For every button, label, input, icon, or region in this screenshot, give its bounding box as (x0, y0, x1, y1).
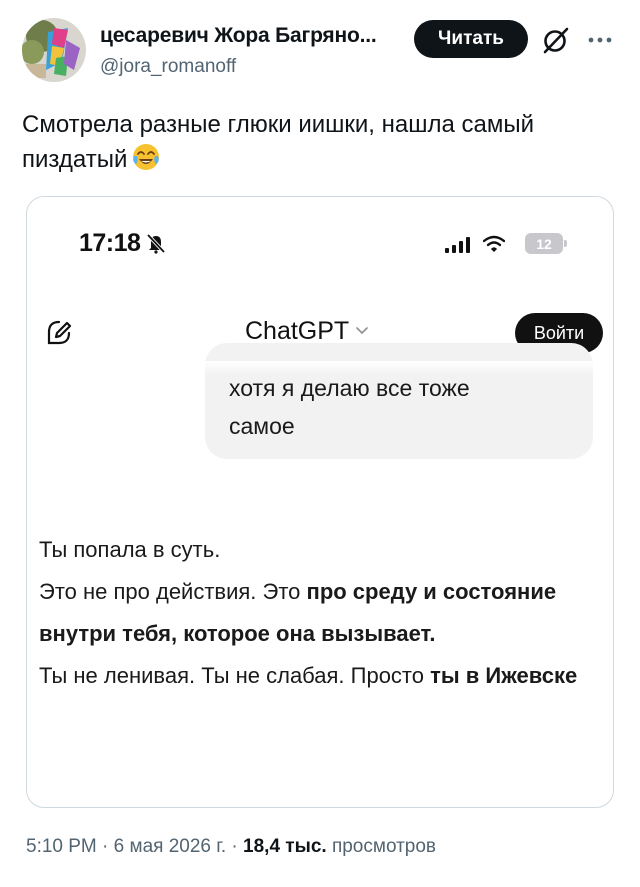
tweet-header: цесаревич Жора Багряно... @jora_romanoff… (22, 18, 620, 82)
tweet-body: Смотрела разные глюки иишки, нашла самый… (22, 111, 535, 173)
author-name[interactable]: цесаревич Жора Багряно... (100, 24, 377, 48)
battery-cap (564, 240, 567, 247)
views-count: 18,4 тыс. (243, 836, 327, 857)
assistant-bold-text: ты в Ижевске (430, 663, 578, 688)
bell-off-icon (146, 233, 166, 254)
assistant-text: Ты не ленивая. Ты не слабая. Просто (39, 663, 431, 688)
separator: · (102, 836, 109, 857)
face-with-tears-of-joy-icon (133, 144, 160, 170)
battery-level: 12 (525, 233, 563, 254)
assistant-text: Это не про действия. Это (39, 579, 307, 604)
post-time[interactable]: 5:10 PM (26, 836, 97, 857)
avatar[interactable] (22, 18, 86, 82)
chevron-down-icon (356, 327, 369, 335)
assistant-paragraph: Ты попала в суть. (39, 537, 221, 562)
phone-status-bar: 17:18 12 (27, 197, 613, 277)
post-date[interactable]: 6 мая 2026 г. (114, 836, 226, 857)
status-time: 17:18 (79, 229, 141, 257)
author-handle[interactable]: @jora_romanoff (100, 56, 236, 78)
assistant-paragraph: Ты не ленивая. Ты не слабая. Просто ты в… (39, 655, 589, 697)
user-message-line: самое (229, 413, 295, 439)
app-title: ChatGPT (245, 317, 350, 345)
media-screenshot[interactable]: 17:18 12 ChatGPT Войти хотя я делаю все … (26, 196, 614, 808)
more-icon[interactable] (584, 26, 616, 54)
tweet-meta: 5:10 PM · 6 мая 2026 г. · 18,4 тыс. прос… (26, 836, 436, 858)
scroll-fade (27, 361, 613, 375)
assistant-message: Ты попала в суть. Это не про действия. Э… (39, 529, 589, 697)
model-selector[interactable]: ChatGPT (245, 317, 369, 346)
views-label: просмотров (331, 836, 437, 857)
battery-indicator: 12 (525, 233, 567, 254)
wifi-icon (483, 235, 505, 253)
separator: · (231, 836, 238, 857)
new-chat-icon[interactable] (45, 319, 73, 347)
signal-icon (445, 237, 470, 253)
assistant-paragraph: Это не про действия. Это про среду и сос… (39, 571, 589, 655)
follow-button[interactable]: Читать (414, 20, 528, 58)
tweet-text: Смотрела разные глюки иишки, нашла самый… (22, 108, 618, 177)
grok-icon[interactable] (540, 24, 572, 56)
